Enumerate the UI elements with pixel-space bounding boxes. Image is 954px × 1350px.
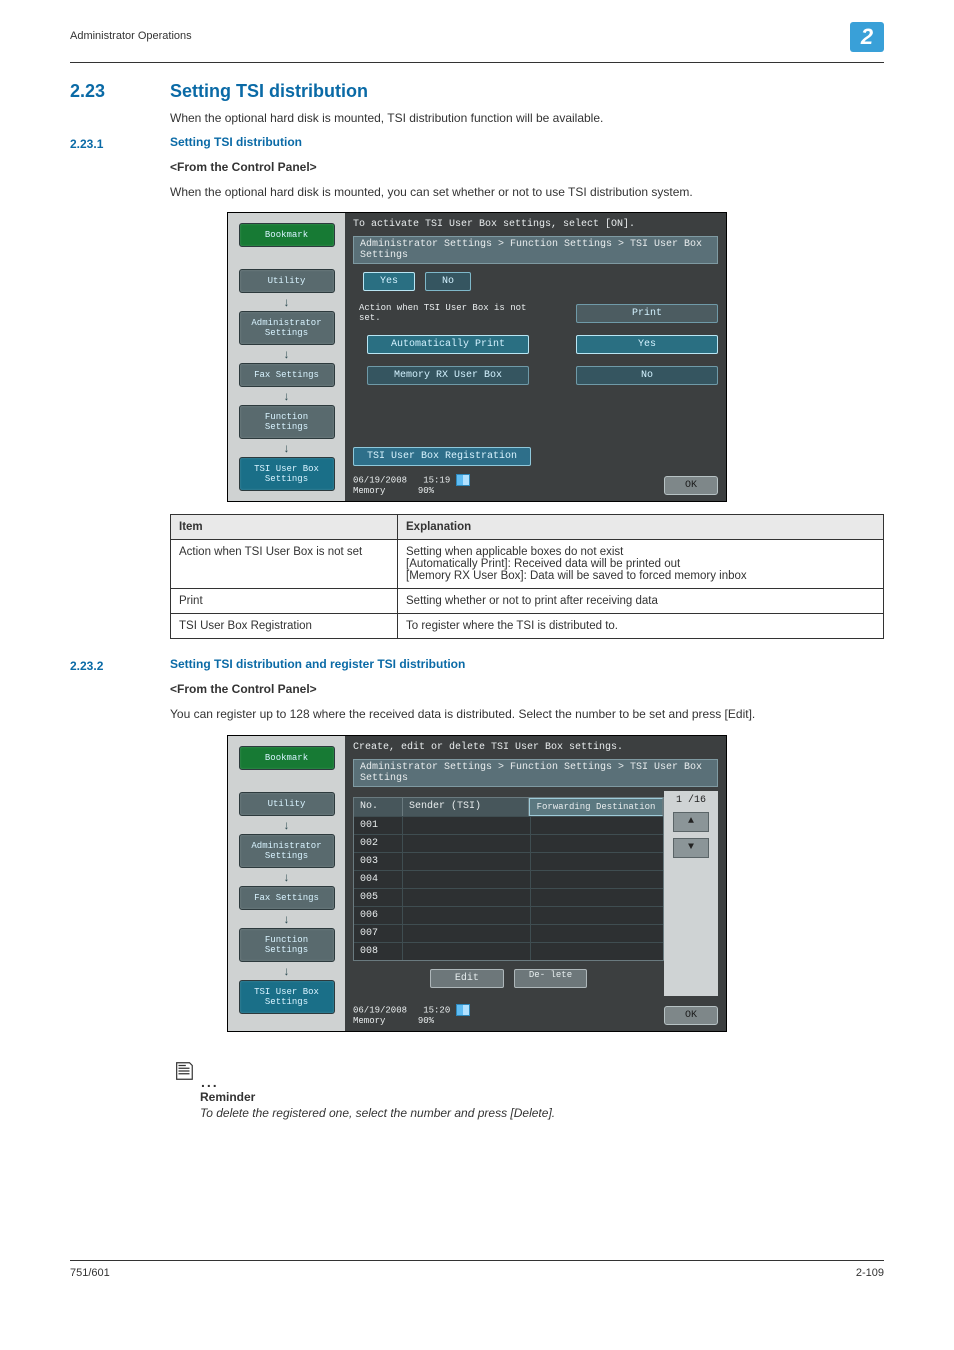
nav-fax-settings[interactable]: Fax Settings	[239, 886, 335, 910]
opt-print-button[interactable]: Print	[576, 304, 718, 323]
page-down-button[interactable]: ▼	[673, 838, 709, 858]
table-row: Action when TSI User Box is not set Sett…	[171, 540, 884, 589]
intro-paragraph-1: When the optional hard disk is mounted, …	[170, 110, 884, 127]
nav-function-settings[interactable]: Function Settings	[239, 405, 335, 439]
h2b-number: 2.23.2	[70, 657, 170, 673]
status-bar: 06/19/2008 15:19 Memory 90%	[353, 474, 470, 497]
arrow-down-icon: ↓	[284, 820, 290, 830]
nav-fax-settings[interactable]: Fax Settings	[239, 363, 335, 387]
col-sender: Sender (TSI)	[403, 798, 529, 816]
nav-tsi-user-box-settings[interactable]: TSI User Box Settings	[239, 980, 335, 1014]
ok-button[interactable]: OK	[664, 476, 718, 495]
h1-number: 2.23	[70, 81, 170, 102]
opt-yes-button[interactable]: Yes	[576, 335, 718, 354]
sub2-heading: <From the Control Panel>	[170, 681, 884, 698]
nav-utility[interactable]: Utility	[239, 269, 335, 293]
list-item[interactable]: 003	[354, 852, 663, 870]
status-bar: 06/19/2008 15:20 Memory 90%	[353, 1004, 470, 1027]
arrow-down-icon: ↓	[284, 914, 290, 924]
chapter-badge: 2	[850, 22, 884, 52]
page-up-button[interactable]: ▲	[673, 812, 709, 832]
opt-memory-rx[interactable]: Memory RX User Box	[367, 366, 529, 385]
arrow-down-icon: ↓	[284, 872, 290, 882]
screen2-top-msg: Create, edit or delete TSI User Box sett…	[353, 742, 718, 753]
pager-sidebar: 1 /16 ▲ ▼	[664, 791, 718, 996]
h2b-title: Setting TSI distribution and register TS…	[170, 657, 465, 673]
panel-nav-sidebar-2: Bookmark Utility ↓ Administrator Setting…	[228, 736, 345, 1031]
screen1-top-msg: To activate TSI User Box settings, selec…	[353, 219, 718, 230]
opt-auto-print[interactable]: Automatically Print	[367, 335, 529, 354]
opt-no-button[interactable]: No	[576, 366, 718, 385]
tab-yes[interactable]: Yes	[363, 272, 415, 291]
list-item[interactable]: 002	[354, 834, 663, 852]
h2a-number: 2.23.1	[70, 135, 170, 151]
nav-bookmark[interactable]: Bookmark	[239, 223, 335, 247]
list-item[interactable]: 004	[354, 870, 663, 888]
breadcrumb: Administrator Settings > Function Settin…	[353, 236, 718, 264]
explanation-table: Item Explanation Action when TSI User Bo…	[170, 514, 884, 639]
nav-admin-settings[interactable]: Administrator Settings	[239, 834, 335, 868]
opt-action-label: Action when TSI User Box is not set.	[353, 303, 549, 323]
col-destination[interactable]: Forwarding Destination	[529, 798, 663, 816]
ellipsis-icon: ...	[198, 1074, 219, 1090]
memory-icon	[456, 474, 470, 486]
th-explanation: Explanation	[398, 515, 884, 540]
nav-bookmark[interactable]: Bookmark	[239, 746, 335, 770]
breadcrumb: Administrator Settings > Function Settin…	[353, 759, 718, 787]
tsi-user-box-registration-button[interactable]: TSI User Box Registration	[353, 447, 531, 466]
arrow-down-icon: ↓	[284, 443, 290, 453]
page-indicator: 1 /16	[676, 795, 706, 806]
delete-button[interactable]: De- lete	[514, 969, 587, 988]
table-row: TSI User Box Registration To register wh…	[171, 614, 884, 639]
h1-title: Setting TSI distribution	[170, 81, 368, 102]
tab-no[interactable]: No	[425, 272, 471, 291]
list-item[interactable]: 001	[354, 816, 663, 834]
nav-admin-settings[interactable]: Administrator Settings	[239, 311, 335, 345]
reminder-text: To delete the registered one, select the…	[200, 1106, 884, 1120]
header-section: Administrator Operations	[70, 30, 192, 42]
table-row: Print Setting whether or not to print af…	[171, 589, 884, 614]
arrow-down-icon: ↓	[284, 297, 290, 307]
list-item[interactable]: 005	[354, 888, 663, 906]
sub1-text: When the optional hard disk is mounted, …	[170, 184, 884, 201]
panel-nav-sidebar: Bookmark Utility ↓ Administrator Setting…	[228, 213, 345, 501]
nav-function-settings[interactable]: Function Settings	[239, 928, 335, 962]
arrow-down-icon: ↓	[284, 966, 290, 976]
screenshot-1: Bookmark Utility ↓ Administrator Setting…	[227, 212, 727, 502]
edit-button[interactable]: Edit	[430, 969, 504, 988]
tsi-list: No. Sender (TSI) Forwarding Destination …	[353, 797, 664, 961]
arrow-down-icon: ↓	[284, 391, 290, 401]
th-item: Item	[171, 515, 398, 540]
h2a-title: Setting TSI distribution	[170, 135, 302, 151]
list-item[interactable]: 006	[354, 906, 663, 924]
list-item[interactable]: 007	[354, 924, 663, 942]
reminder-title: Reminder	[200, 1090, 884, 1104]
ok-button[interactable]: OK	[664, 1006, 718, 1025]
note-icon	[170, 1060, 198, 1090]
footer-right: 2-109	[856, 1267, 884, 1279]
col-no: No.	[354, 798, 403, 816]
nav-tsi-user-box-settings[interactable]: TSI User Box Settings	[239, 457, 335, 491]
memory-icon	[456, 1004, 470, 1016]
arrow-down-icon: ↓	[284, 349, 290, 359]
sub2-text: You can register up to 128 where the rec…	[170, 706, 884, 723]
screenshot-2: Bookmark Utility ↓ Administrator Setting…	[227, 735, 727, 1032]
nav-utility[interactable]: Utility	[239, 792, 335, 816]
list-item[interactable]: 008	[354, 942, 663, 960]
footer-left: 751/601	[70, 1267, 110, 1279]
sub1-heading: <From the Control Panel>	[170, 159, 884, 176]
